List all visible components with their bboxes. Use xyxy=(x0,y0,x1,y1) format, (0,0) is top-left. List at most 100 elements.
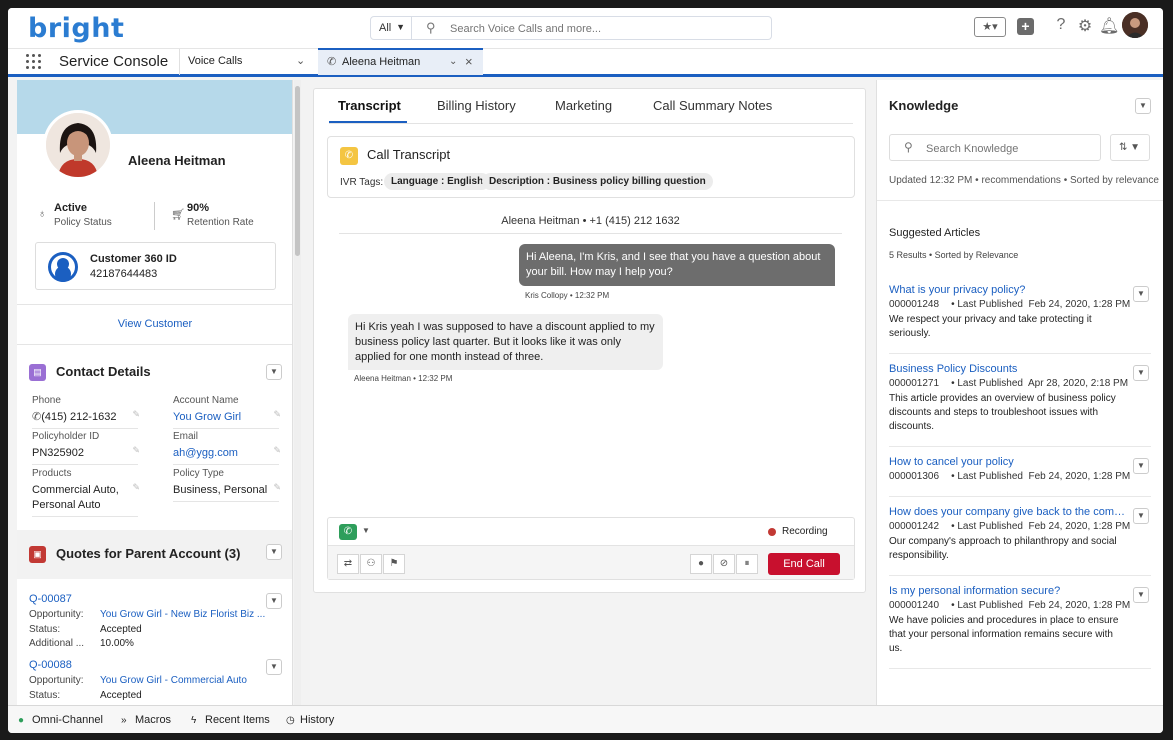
conference-people-icon[interactable]: ⚇ xyxy=(360,554,382,574)
email-link[interactable]: ah@ygg.com xyxy=(173,446,285,461)
customer-360-person-icon xyxy=(48,252,78,282)
quotes-menu-button[interactable]: ▼ xyxy=(266,544,282,560)
view-customer-link[interactable]: View Customer xyxy=(17,318,292,330)
transfer-icon[interactable]: ⇄ xyxy=(337,554,359,574)
utility-bar: ● Omni-Channel » Macros ϟ Recent Items ◷ His… xyxy=(8,705,1163,733)
scrollbar-thumb[interactable] xyxy=(295,86,300,256)
knowledge-search-input[interactable] xyxy=(926,141,1096,156)
global-search-input[interactable] xyxy=(450,20,760,37)
help-question-icon[interactable]: ? xyxy=(1051,16,1071,34)
knowledge-search[interactable]: ⚲ xyxy=(889,134,1101,161)
quotes-header: ▣ Quotes for Parent Account (3) ▼ xyxy=(17,530,292,579)
close-tab-icon[interactable]: × xyxy=(465,54,473,69)
brand-logo[interactable]: bright xyxy=(28,13,124,44)
phone-number[interactable]: (415) 212-1632 xyxy=(41,411,116,423)
article-description: We have policies and procedures in place… xyxy=(889,615,1119,654)
quote-link[interactable]: Q-00088 xyxy=(29,659,72,671)
article-menu-button[interactable]: ▼ xyxy=(1133,458,1149,474)
policy-status-label: Policy Status xyxy=(54,217,112,228)
global-create-plus-icon[interactable]: + xyxy=(1017,18,1034,35)
knowledge-menu-button[interactable]: ▼ xyxy=(1135,98,1151,114)
agent-message: Hi Aleena, I'm Kris, and I see that you … xyxy=(519,244,835,286)
utility-macros[interactable]: » Macros xyxy=(121,714,171,726)
user-avatar[interactable] xyxy=(1122,12,1148,38)
contact-details-menu-button[interactable]: ▼ xyxy=(266,364,282,380)
article-number: 000001271 xyxy=(889,378,940,389)
article-meta: 000001248 • Last Published Feb 24, 2020, … xyxy=(889,299,1131,310)
products-value: Commercial Auto, Personal Auto xyxy=(32,484,119,511)
tab-billing-history[interactable]: Billing History xyxy=(437,98,516,113)
article-menu-button[interactable]: ▼ xyxy=(1133,286,1149,302)
article-title-link[interactable]: Is my personal information secure? xyxy=(889,585,1129,597)
chevron-down-icon[interactable]: ⌄ xyxy=(296,54,305,67)
knowledge-updated-info: Updated 12:32 PM • recommendations • Sor… xyxy=(889,175,1159,186)
app-launcher-waffle-icon[interactable] xyxy=(26,54,42,70)
customer-name: Aleena Heitman xyxy=(128,153,226,168)
article-title-link[interactable]: Business Policy Discounts xyxy=(889,363,1129,375)
edit-pencil-icon[interactable]: ✎ xyxy=(132,482,140,493)
phone-value[interactable]: ✆(415) 212-1632 xyxy=(32,410,144,425)
hold-pause-icon[interactable]: ⏸︎ xyxy=(736,554,758,574)
customer-message: Hi Kris yeah I was supposed to have a di… xyxy=(348,314,663,370)
message-meta: Aleena Heitman • 12:32 PM xyxy=(354,374,453,383)
quote-row-menu-button[interactable]: ▼ xyxy=(266,593,282,609)
flag-icon[interactable]: ⚑ xyxy=(383,554,405,574)
notifications-bell-icon[interactable]: 🔔︎ xyxy=(1099,16,1119,36)
utility-recent-items[interactable]: ϟ Recent Items xyxy=(191,714,270,726)
record-icon[interactable]: ● xyxy=(690,554,712,574)
ivr-tag: Language : English xyxy=(384,173,491,190)
article-menu-button[interactable]: ▼ xyxy=(1133,587,1149,603)
workspace-tab-aleena-heitman[interactable]: ✆ Aleena Heitman ⌄ × xyxy=(318,48,483,75)
account-name-link[interactable]: You Grow Girl xyxy=(173,410,285,425)
article-menu-button[interactable]: ▼ xyxy=(1133,365,1149,381)
cart-icon: 🛒︎ xyxy=(171,209,185,221)
divider xyxy=(889,353,1151,354)
opportunity-link[interactable]: You Grow Girl - Commercial Auto xyxy=(100,675,270,686)
phone-call-icon[interactable]: ✆ xyxy=(32,411,41,423)
global-search[interactable]: ⚲ xyxy=(412,16,772,40)
opportunity-link[interactable]: You Grow Girl - New Biz Florist Biz ... xyxy=(100,609,270,620)
favorites-star-icon[interactable]: ★▾ xyxy=(974,17,1006,37)
left-panel-scrollbar[interactable] xyxy=(294,80,301,705)
edit-pencil-icon[interactable]: ✎ xyxy=(132,445,140,456)
app-navigation-bar: Service Console Voice Calls ⌄ ✆ Aleena H… xyxy=(8,48,1163,77)
chevron-down-icon[interactable]: ▼ xyxy=(362,526,370,535)
article-date: Feb 24, 2020, 1:28 PM xyxy=(1028,600,1131,611)
edit-pencil-icon[interactable]: ✎ xyxy=(273,482,281,493)
search-scope-select[interactable]: All ▼ xyxy=(370,16,412,40)
edit-pencil-icon[interactable]: ✎ xyxy=(132,409,140,420)
sort-arrows-icon: ⇅ xyxy=(1119,142,1128,153)
tab-marketing[interactable]: Marketing xyxy=(555,98,612,113)
mute-icon[interactable]: ⊘ xyxy=(713,554,735,574)
setup-gear-icon[interactable]: ⚙ xyxy=(1075,16,1095,36)
chevron-down-icon[interactable]: ⌄ xyxy=(449,56,457,67)
article-menu-button[interactable]: ▼ xyxy=(1133,508,1149,524)
article-item: How does your company give back to the c… xyxy=(889,506,1151,563)
navigation-menu-select[interactable]: Voice Calls xyxy=(188,55,242,67)
search-icon: ⚲ xyxy=(426,20,436,35)
utility-history[interactable]: ◷ History xyxy=(286,714,334,726)
divider xyxy=(339,233,842,234)
quote-row-menu-button[interactable]: ▼ xyxy=(266,659,282,675)
field-label: Status: xyxy=(29,690,61,701)
edit-pencil-icon[interactable]: ✎ xyxy=(273,445,281,456)
ivr-tag: Description : Business policy billing qu… xyxy=(482,173,713,190)
sort-button[interactable]: ⇅ ▼ xyxy=(1110,134,1150,161)
tab-call-summary-notes[interactable]: Call Summary Notes xyxy=(653,98,772,113)
article-title-link[interactable]: How to cancel your policy xyxy=(889,456,1129,468)
quote-link[interactable]: Q-00087 xyxy=(29,593,72,605)
utility-omni-channel[interactable]: ● Omni-Channel xyxy=(18,714,103,726)
end-call-button[interactable]: End Call xyxy=(768,553,840,575)
phone-icon[interactable]: ✆ xyxy=(339,524,357,540)
article-published-label: Last Published xyxy=(957,521,1023,532)
recording-label: Recording xyxy=(782,526,828,537)
field-label: Status: xyxy=(29,624,61,635)
article-description: We respect your privacy and take protect… xyxy=(889,314,1092,339)
tab-transcript[interactable]: Transcript xyxy=(338,98,401,113)
customer-profile-panel: Aleena Heitman ♁ Active Policy Status 🛒︎… xyxy=(17,80,293,705)
edit-pencil-icon[interactable]: ✎ xyxy=(273,409,281,420)
policyholder-id-value: PN325902 xyxy=(32,447,84,459)
article-title-link[interactable]: What is your privacy policy? xyxy=(889,284,1129,296)
article-title-link[interactable]: How does your company give back to the c… xyxy=(889,506,1129,518)
article-item: Business Policy Discounts 000001271 • Las… xyxy=(889,363,1151,434)
